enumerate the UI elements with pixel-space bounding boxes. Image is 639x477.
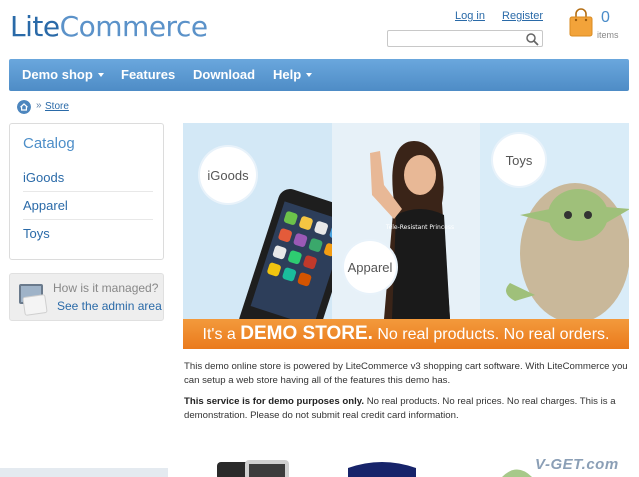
- product-thumb-shirt[interactable]: [344, 458, 420, 477]
- nav-features-label: Features: [121, 67, 176, 82]
- demo-store-strip: It's a DEMO STORE. No real products. No …: [183, 319, 629, 349]
- nav-features[interactable]: Features: [121, 67, 175, 82]
- admin-promo-box: How is it managed? See the admin area: [9, 273, 164, 321]
- shopping-bag-icon: [569, 8, 593, 37]
- cart-count: 0: [601, 9, 610, 26]
- shirt-print-text: Tele-Resistant Princess: [385, 224, 454, 231]
- search-box: [387, 30, 543, 49]
- strip-prefix: It's a: [202, 326, 241, 343]
- catalog-title: Catalog: [23, 135, 75, 152]
- demo-store-banner[interactable]: Tele-Resistant Princess iGoods Apparel T…: [183, 123, 629, 349]
- description-paragraph-1: This demo online store is powered by Lit…: [184, 361, 628, 386]
- banner-bubble-toys: Toys: [493, 134, 545, 186]
- banner-bubble-igoods: iGoods: [200, 147, 256, 203]
- nav-help-label: Help: [273, 67, 302, 82]
- search-input[interactable]: [388, 33, 522, 49]
- register-link[interactable]: Register: [502, 10, 543, 22]
- description-paragraph-2: This service is for demo purposes only. …: [184, 395, 630, 422]
- site-logo[interactable]: LiteCommerce: [10, 10, 208, 43]
- strip-suffix: No real products. No real orders.: [372, 326, 610, 343]
- search-icon[interactable]: [525, 32, 539, 46]
- admin-panel-icon: [19, 284, 48, 316]
- product-thumb-iphone[interactable]: [215, 458, 291, 477]
- chevron-down-icon: [97, 72, 104, 77]
- sidebar-footer-strip: [0, 468, 168, 477]
- igoods-panel-image: [183, 123, 332, 319]
- nav-demo-shop[interactable]: Demo shop: [22, 67, 104, 82]
- catalog-item-toys[interactable]: Toys: [23, 226, 153, 247]
- login-link[interactable]: Log in: [455, 10, 485, 22]
- demo-notice-bold: This service is for demo purposes only.: [184, 396, 365, 407]
- admin-question: How is it managed?: [53, 281, 159, 295]
- nav-help[interactable]: Help: [273, 67, 313, 82]
- chevron-down-icon: [306, 72, 313, 77]
- nav-download-label: Download: [193, 67, 256, 82]
- apparel-panel-image: Tele-Resistant Princess: [332, 123, 480, 319]
- nav-demo-shop-label: Demo shop: [22, 67, 93, 82]
- main-navigation: Demo shop Features Download Help: [9, 59, 629, 91]
- breadcrumb-store[interactable]: Store: [45, 101, 69, 112]
- cart-items-label: items: [597, 30, 619, 40]
- account-links: Log in Register: [441, 10, 543, 22]
- breadcrumb-separator: »: [36, 100, 42, 111]
- store-description: This demo online store is powered by Lit…: [184, 360, 630, 430]
- admin-area-link[interactable]: See the admin area: [57, 299, 162, 313]
- mini-cart[interactable]: 0 items: [565, 4, 631, 44]
- strip-bold: DEMO STORE.: [240, 323, 373, 344]
- catalog-box: Catalog iGoods Apparel Toys: [9, 123, 164, 260]
- logo-part-commerce: Commerce: [59, 10, 208, 43]
- catalog-item-apparel[interactable]: Apparel: [23, 198, 153, 220]
- catalog-item-igoods[interactable]: iGoods: [23, 170, 153, 192]
- home-icon[interactable]: [17, 100, 31, 114]
- logo-part-lite: Lite: [10, 10, 60, 43]
- watermark-text: V-GET.com: [535, 456, 619, 473]
- banner-bubble-apparel: Apparel: [344, 241, 396, 293]
- nav-download[interactable]: Download: [193, 67, 255, 82]
